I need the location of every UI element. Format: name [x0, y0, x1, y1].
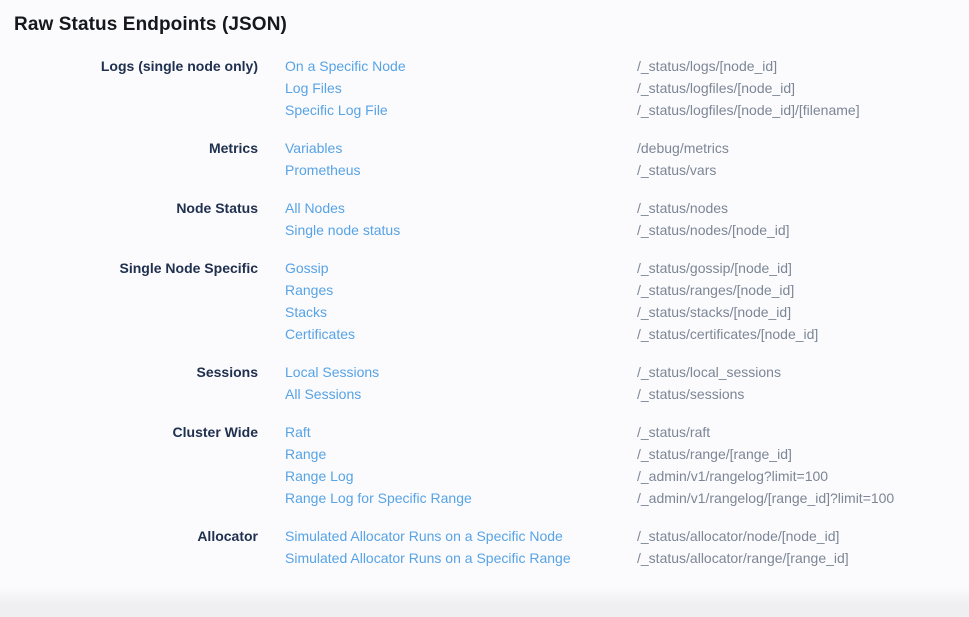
endpoint-path: /_status/logfiles/[node_id]/[filename] [637, 99, 860, 121]
endpoint-link[interactable]: Specific Log File [285, 99, 637, 121]
endpoint-row: Stacks /_status/stacks/[node_id] [285, 301, 818, 323]
endpoint-path: /_status/vars [637, 159, 716, 181]
endpoint-link[interactable]: Ranges [285, 279, 637, 301]
endpoint-link[interactable]: Range Log for Specific Range [285, 487, 637, 509]
section-single-node-specific: Single Node Specific Gossip /_status/gos… [0, 257, 969, 345]
section-cluster-wide: Cluster Wide Raft /_status/raft Range /_… [0, 421, 969, 509]
section-rows: Raft /_status/raft Range /_status/range/… [285, 421, 894, 509]
endpoint-link[interactable]: Simulated Allocator Runs on a Specific R… [285, 547, 637, 569]
category-label: Cluster Wide [0, 421, 258, 509]
endpoint-row: Simulated Allocator Runs on a Specific N… [285, 525, 849, 547]
section-allocator: Allocator Simulated Allocator Runs on a … [0, 525, 969, 569]
endpoint-link[interactable]: Simulated Allocator Runs on a Specific N… [285, 525, 637, 547]
endpoint-path: /_status/stacks/[node_id] [637, 301, 791, 323]
endpoint-row: Single node status /_status/nodes/[node_… [285, 219, 790, 241]
endpoint-path: /_status/gossip/[node_id] [637, 257, 792, 279]
endpoint-link[interactable]: All Sessions [285, 383, 637, 405]
endpoint-link[interactable]: All Nodes [285, 197, 637, 219]
section-rows: Gossip /_status/gossip/[node_id] Ranges … [285, 257, 818, 345]
category-label: Node Status [0, 197, 258, 241]
endpoint-row: Simulated Allocator Runs on a Specific R… [285, 547, 849, 569]
section-node-status: Node Status All Nodes /_status/nodes Sin… [0, 197, 969, 241]
endpoint-row: Raft /_status/raft [285, 421, 894, 443]
page-bottom-gradient [0, 587, 969, 617]
section-rows: Simulated Allocator Runs on a Specific N… [285, 525, 849, 569]
endpoint-link[interactable]: Range [285, 443, 637, 465]
endpoint-path: /_status/nodes [637, 197, 728, 219]
section-logs: Logs (single node only) On a Specific No… [0, 55, 969, 121]
section-rows: Local Sessions /_status/local_sessions A… [285, 361, 781, 405]
endpoint-path: /_status/ranges/[node_id] [637, 279, 794, 301]
category-label: Sessions [0, 361, 258, 405]
endpoint-row: Certificates /_status/certificates/[node… [285, 323, 818, 345]
endpoint-path: /_status/sessions [637, 383, 744, 405]
endpoint-row: Range Log for Specific Range /_admin/v1/… [285, 487, 894, 509]
endpoint-link[interactable]: Variables [285, 137, 637, 159]
endpoint-row: Range Log /_admin/v1/rangelog?limit=100 [285, 465, 894, 487]
endpoint-row: Specific Log File /_status/logfiles/[nod… [285, 99, 860, 121]
endpoint-path: /_admin/v1/rangelog?limit=100 [637, 465, 828, 487]
endpoint-row: On a Specific Node /_status/logs/[node_i… [285, 55, 860, 77]
endpoint-row: Range /_status/range/[range_id] [285, 443, 894, 465]
endpoint-link[interactable]: Prometheus [285, 159, 637, 181]
endpoint-row: Local Sessions /_status/local_sessions [285, 361, 781, 383]
endpoint-row: Gossip /_status/gossip/[node_id] [285, 257, 818, 279]
endpoint-row: All Sessions /_status/sessions [285, 383, 781, 405]
endpoint-path: /_admin/v1/rangelog/[range_id]?limit=100 [637, 487, 894, 509]
endpoint-row: Log Files /_status/logfiles/[node_id] [285, 77, 860, 99]
endpoint-path: /_status/nodes/[node_id] [637, 219, 790, 241]
section-rows: Variables /debug/metrics Prometheus /_st… [285, 137, 729, 181]
endpoint-path: /_status/logs/[node_id] [637, 55, 777, 77]
endpoint-link[interactable]: Single node status [285, 219, 637, 241]
endpoint-link[interactable]: Gossip [285, 257, 637, 279]
endpoint-path: /_status/range/[range_id] [637, 443, 792, 465]
endpoint-path: /_status/raft [637, 421, 710, 443]
endpoint-path: /_status/allocator/node/[node_id] [637, 525, 839, 547]
endpoints-table: Logs (single node only) On a Specific No… [0, 55, 969, 569]
endpoint-row: Ranges /_status/ranges/[node_id] [285, 279, 818, 301]
page-title: Raw Status Endpoints (JSON) [14, 14, 969, 36]
endpoint-row: Variables /debug/metrics [285, 137, 729, 159]
endpoint-link[interactable]: Log Files [285, 77, 637, 99]
endpoint-path: /_status/certificates/[node_id] [637, 323, 818, 345]
endpoint-row: All Nodes /_status/nodes [285, 197, 790, 219]
endpoint-link[interactable]: Range Log [285, 465, 637, 487]
endpoint-row: Prometheus /_status/vars [285, 159, 729, 181]
endpoint-link[interactable]: Certificates [285, 323, 637, 345]
section-rows: On a Specific Node /_status/logs/[node_i… [285, 55, 860, 121]
section-sessions: Sessions Local Sessions /_status/local_s… [0, 361, 969, 405]
endpoint-link[interactable]: On a Specific Node [285, 55, 637, 77]
endpoint-link[interactable]: Local Sessions [285, 361, 637, 383]
category-label: Metrics [0, 137, 258, 181]
endpoint-link[interactable]: Stacks [285, 301, 637, 323]
endpoint-path: /debug/metrics [637, 137, 729, 159]
category-label: Allocator [0, 525, 258, 569]
endpoint-path: /_status/logfiles/[node_id] [637, 77, 795, 99]
endpoint-path: /_status/allocator/range/[range_id] [637, 547, 849, 569]
endpoint-link[interactable]: Raft [285, 421, 637, 443]
category-label: Single Node Specific [0, 257, 258, 345]
endpoint-path: /_status/local_sessions [637, 361, 781, 383]
section-rows: All Nodes /_status/nodes Single node sta… [285, 197, 790, 241]
category-label: Logs (single node only) [0, 55, 258, 121]
section-metrics: Metrics Variables /debug/metrics Prometh… [0, 137, 969, 181]
